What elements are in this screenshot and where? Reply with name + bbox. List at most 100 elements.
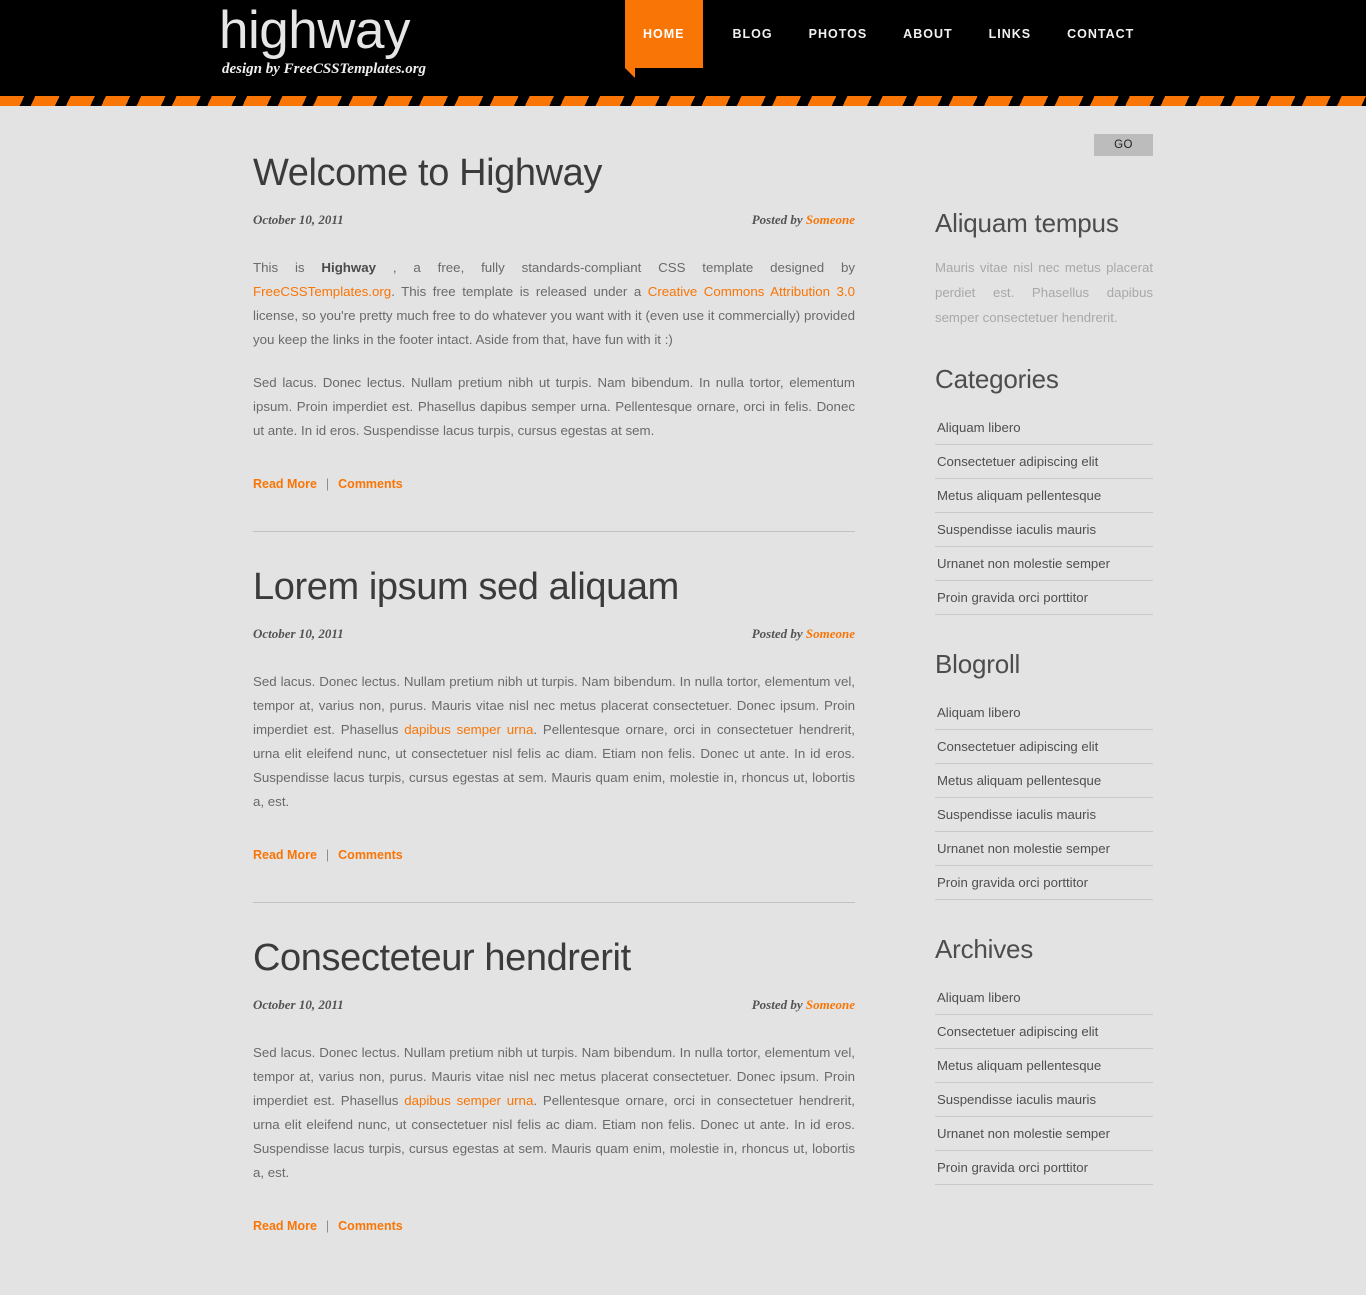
sidebar-title-categories: Categories	[935, 364, 1059, 394]
categories-list: Aliquam libero Consectetuer adipiscing e…	[935, 411, 1153, 615]
blogroll-link[interactable]: Proin gravida orci porttitor	[935, 866, 1153, 899]
archive-link[interactable]: Proin gravida orci porttitor	[935, 1151, 1153, 1184]
post-body: This is Highway , a free, fully standard…	[253, 256, 855, 443]
sidebar-block-about: Aliquam tempus Mauris vitae nisl nec met…	[935, 208, 1153, 330]
archive-link[interactable]: Aliquam libero	[935, 981, 1153, 1014]
comments-link[interactable]: Comments	[338, 848, 403, 862]
read-more-link[interactable]: Read More	[253, 1219, 317, 1233]
nav-item-photos[interactable]: PHOTOS	[791, 0, 886, 68]
list-item: Urnanet non molestie semper	[935, 1117, 1153, 1151]
dapibus-semper-urna-link[interactable]: dapibus semper urna	[404, 1093, 533, 1108]
post-author[interactable]: Someone	[806, 997, 855, 1012]
sidebar-about-text: Mauris vitae nisl nec metus placerat per…	[935, 260, 1153, 325]
post-body: Sed lacus. Donec lectus. Nullam pretium …	[253, 670, 855, 814]
paragraph-text: This is	[253, 260, 322, 275]
post-footer-links: Read More | Comments	[253, 1219, 855, 1233]
blogroll-list: Aliquam libero Consectetuer adipiscing e…	[935, 696, 1153, 900]
post-article-2: Lorem ipsum sed aliquam October 10, 2011…	[253, 531, 855, 868]
link-separator: |	[325, 477, 330, 491]
list-item: Proin gravida orci porttitor	[935, 866, 1153, 900]
post-author[interactable]: Someone	[806, 626, 855, 641]
link-separator: |	[325, 1219, 330, 1233]
list-item: Consectetuer adipiscing elit	[935, 730, 1153, 764]
category-link[interactable]: Suspendisse iaculis mauris	[935, 513, 1153, 546]
site-logo[interactable]: highway design by FreeCSSTemplates.org	[219, 4, 426, 78]
post-paragraph-2: Sed lacus. Donec lectus. Nullam pretium …	[253, 375, 855, 438]
nav-item-about[interactable]: ABOUT	[885, 0, 970, 68]
list-item: Suspendisse iaculis mauris	[935, 513, 1153, 547]
highway-bold-text: Highway	[321, 260, 377, 275]
read-more-link[interactable]: Read More	[253, 477, 317, 491]
archive-link[interactable]: Suspendisse iaculis mauris	[935, 1083, 1153, 1116]
comments-link[interactable]: Comments	[338, 477, 403, 491]
comments-link[interactable]: Comments	[338, 1219, 403, 1233]
post-date: October 10, 2011	[253, 626, 344, 641]
paragraph-text: . This free template is released under a	[391, 284, 648, 299]
nav-item-links[interactable]: LINKS	[971, 0, 1050, 68]
dapibus-semper-urna-link[interactable]: dapibus semper urna	[404, 722, 533, 737]
post-footer-links: Read More | Comments	[253, 477, 855, 491]
list-item: Proin gravida orci porttitor	[935, 1151, 1153, 1185]
nav-item-contact[interactable]: CONTACT	[1049, 0, 1152, 68]
category-link[interactable]: Metus aliquam pellentesque	[935, 479, 1153, 512]
posted-by-label: Posted by	[751, 212, 803, 227]
list-item: Proin gravida orci porttitor	[935, 581, 1153, 615]
search-go-button[interactable]: GO	[1094, 134, 1153, 156]
post-paragraph-1: This is Highway , a free, fully standard…	[253, 256, 855, 352]
post-meta: October 10, 2011 Posted by Someone	[253, 626, 855, 642]
list-item: Urnanet non molestie semper	[935, 547, 1153, 581]
blogroll-link[interactable]: Aliquam libero	[935, 696, 1153, 729]
list-item: Urnanet non molestie semper	[935, 832, 1153, 866]
search-form: GO	[935, 134, 1153, 156]
post-author[interactable]: Someone	[806, 212, 855, 227]
blogroll-link[interactable]: Metus aliquam pellentesque	[935, 764, 1153, 797]
category-link[interactable]: Consectetuer adipiscing elit	[935, 445, 1153, 478]
sidebar-title-blogroll: Blogroll	[935, 649, 1021, 679]
creative-commons-link[interactable]: Creative Commons Attribution 3.0	[648, 284, 855, 299]
archive-link[interactable]: Consectetuer adipiscing elit	[935, 1015, 1153, 1048]
post-paragraph-1: Sed lacus. Donec lectus. Nullam pretium …	[253, 670, 855, 814]
nav-item-home[interactable]: HOME	[625, 0, 703, 78]
list-item: Aliquam libero	[935, 696, 1153, 730]
paragraph-text: license, so you're pretty much free to d…	[253, 308, 855, 347]
post-meta: October 10, 2011 Posted by Someone	[253, 212, 855, 228]
list-item: Consectetuer adipiscing elit	[935, 1015, 1153, 1049]
sidebar: GO Aliquam tempus Mauris vitae nisl nec …	[873, 134, 1153, 1219]
paragraph-text: , a free, fully standards-compliant CSS …	[376, 260, 855, 275]
main-content: Welcome to Highway October 10, 2011 Post…	[213, 152, 873, 1239]
layout-columns: Welcome to Highway October 10, 2011 Post…	[213, 134, 1153, 1239]
category-link[interactable]: Proin gravida orci porttitor	[935, 581, 1153, 614]
sidebar-block-categories: Categories Aliquam libero Consectetuer a…	[935, 364, 1153, 615]
read-more-link[interactable]: Read More	[253, 848, 317, 862]
post-title: Welcome to Highway	[253, 152, 603, 194]
post-paragraph-1: Sed lacus. Donec lectus. Nullam pretium …	[253, 1041, 855, 1185]
site-header: highway design by FreeCSSTemplates.org H…	[0, 0, 1366, 96]
blogroll-link[interactable]: Consectetuer adipiscing elit	[935, 730, 1153, 763]
category-link[interactable]: Aliquam libero	[935, 411, 1153, 444]
link-separator: |	[325, 848, 330, 862]
post-title: Consecteteur hendrerit	[253, 937, 631, 979]
post-date: October 10, 2011	[253, 212, 344, 227]
logo-title: highway	[219, 1, 410, 60]
category-link[interactable]: Urnanet non molestie semper	[935, 547, 1153, 580]
posted-by-label: Posted by	[751, 997, 803, 1012]
blogroll-link[interactable]: Suspendisse iaculis mauris	[935, 798, 1153, 831]
post-author-line: Posted by Someone	[752, 212, 855, 228]
archive-link[interactable]: Metus aliquam pellentesque	[935, 1049, 1153, 1082]
list-item: Metus aliquam pellentesque	[935, 1049, 1153, 1083]
post-date: October 10, 2011	[253, 997, 344, 1012]
list-item: Suspendisse iaculis mauris	[935, 798, 1153, 832]
post-author-line: Posted by Someone	[752, 997, 855, 1013]
nav-item-blog[interactable]: BLOG	[715, 0, 791, 68]
sidebar-title-archives: Archives	[935, 934, 1034, 964]
post-article-1: Welcome to Highway October 10, 2011 Post…	[253, 152, 855, 497]
posted-by-label: Posted by	[751, 626, 803, 641]
page-body: Welcome to Highway October 10, 2011 Post…	[0, 106, 1366, 1239]
archive-link[interactable]: Urnanet non molestie semper	[935, 1117, 1153, 1150]
blogroll-link[interactable]: Urnanet non molestie semper	[935, 832, 1153, 865]
sidebar-title-aliquam-tempus: Aliquam tempus	[935, 208, 1119, 238]
freecsstemplates-link[interactable]: FreeCSSTemplates.org	[253, 284, 391, 299]
list-item: Consectetuer adipiscing elit	[935, 445, 1153, 479]
sidebar-block-archives: Archives Aliquam libero Consectetuer adi…	[935, 934, 1153, 1185]
header-inner: highway design by FreeCSSTemplates.org H…	[0, 0, 1366, 96]
